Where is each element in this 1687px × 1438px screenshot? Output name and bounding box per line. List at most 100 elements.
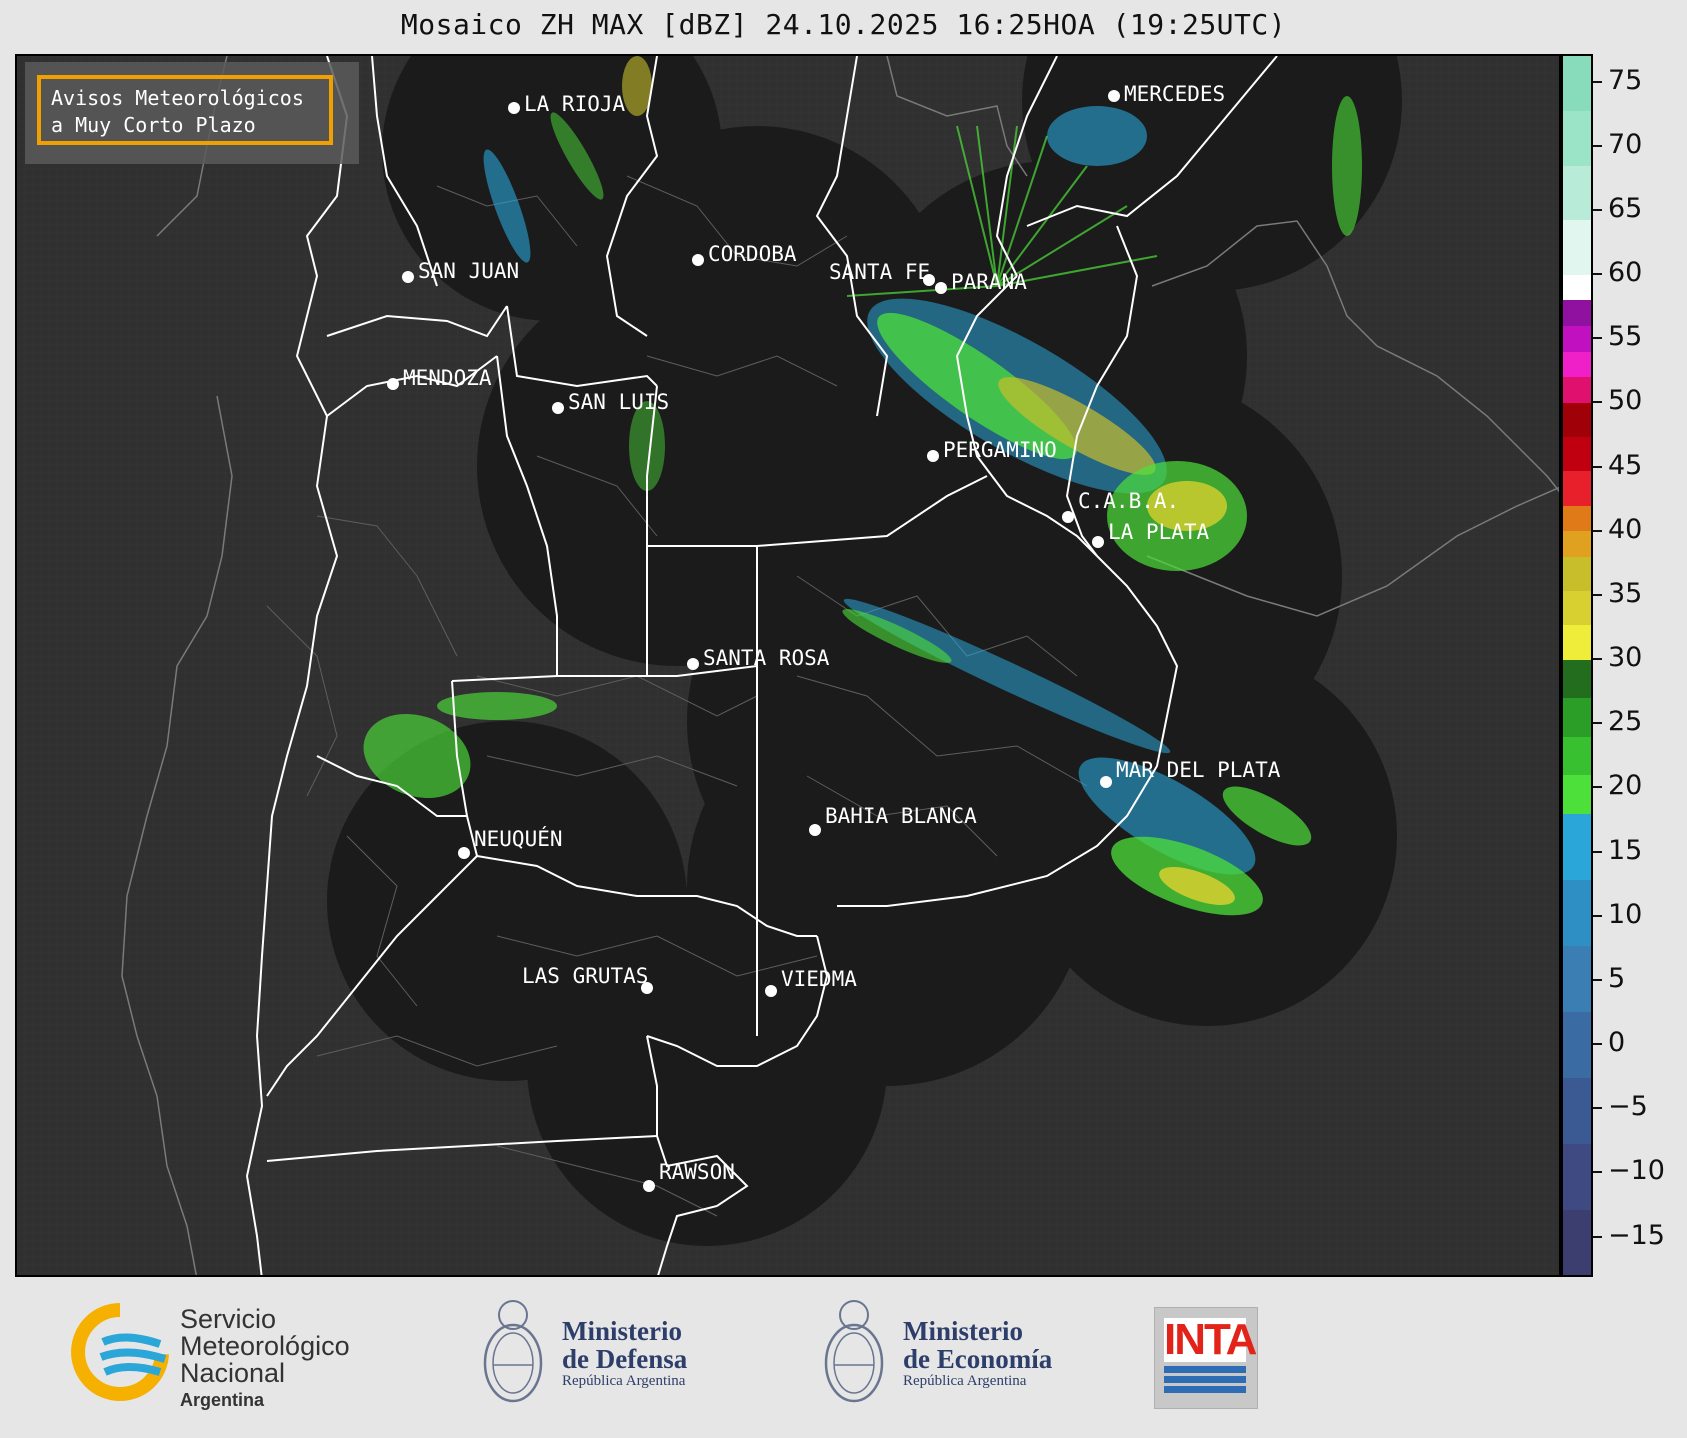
colorbar-tick-label: 20 xyxy=(1608,770,1643,802)
radar-circle-las-grutas xyxy=(527,886,887,1246)
city-label-pergamino: PERGAMINO xyxy=(943,438,1057,462)
economia-line-1: Ministerio xyxy=(903,1316,1023,1346)
colorbar-tick-mark xyxy=(1593,1235,1602,1238)
economia-line-3: República Argentina xyxy=(903,1373,1027,1389)
city-label-san-luis: SAN LUIS xyxy=(568,390,670,414)
colorbar-tick-mark xyxy=(1593,465,1602,468)
colorbar-segment xyxy=(1563,505,1591,532)
colorbar-segment xyxy=(1563,376,1591,403)
city-label-mendoza: MENDOZA xyxy=(403,366,492,390)
map-title: Mosaico ZH MAX [dBZ] 24.10.2025 16:25HOA… xyxy=(400,8,1287,41)
colorbar-tick-mark xyxy=(1593,914,1602,917)
colorbar-tick-mark xyxy=(1593,1107,1602,1110)
colorbar-segment xyxy=(1563,219,1591,275)
economia-text: Ministerio de Economía República Argenti… xyxy=(903,1317,1052,1390)
colorbar-tick-mark xyxy=(1593,529,1602,532)
radar-map[interactable]: LA RIOJA MERCEDES CORDOBA SAN JUAN SANTA FE P… xyxy=(15,54,1561,1277)
colorbar-segment xyxy=(1563,556,1591,592)
colorbar-tick-label: 10 xyxy=(1608,898,1643,930)
colorbar-segment xyxy=(1563,1209,1591,1276)
city-label-caba: C.A.B.A. xyxy=(1078,489,1180,513)
city-label-santa-fe: SANTA FE xyxy=(829,260,931,284)
colorbar-segment xyxy=(1563,697,1591,737)
colorbar-tick-label: 55 xyxy=(1608,321,1643,353)
city-marker-bahia-blanca xyxy=(809,824,821,836)
colorbar-segment xyxy=(1563,1011,1591,1078)
colorbar-tick-mark xyxy=(1593,722,1602,725)
colorbar-tick-label: 25 xyxy=(1608,706,1643,738)
economia-logo: Ministerio de Economía República Argenti… xyxy=(819,1293,1079,1413)
city-label-santa-rosa: SANTA ROSA xyxy=(703,646,830,670)
colorbar-tick-label: 75 xyxy=(1608,64,1643,96)
city-label-mercedes: MERCEDES xyxy=(1124,82,1226,106)
colorbar-tick-label: 0 xyxy=(1608,1027,1626,1059)
city-marker-pergamino xyxy=(927,450,939,462)
city-label-san-juan: SAN JUAN xyxy=(418,259,520,283)
colorbar-segment xyxy=(1563,659,1591,699)
colorbar-tick-label: 60 xyxy=(1608,257,1643,289)
city-marker-san-luis xyxy=(552,402,564,414)
defensa-line-3: República Argentina xyxy=(562,1373,686,1389)
colorbar-tick-mark xyxy=(1593,1043,1602,1046)
colorbar-tick-label: −15 xyxy=(1608,1219,1665,1251)
defensa-logo: Ministerio de Defensa República Argentin… xyxy=(478,1293,718,1413)
city-marker-viedma xyxy=(765,985,777,997)
inta-stripe-3 xyxy=(1164,1386,1246,1393)
colorbar-tick-label: 5 xyxy=(1608,962,1626,994)
colorbar-segment xyxy=(1563,351,1591,378)
smn-line-2: Meteorológico xyxy=(180,1331,350,1361)
colorbar-segment xyxy=(1563,1077,1591,1144)
colorbar-tick-mark xyxy=(1593,593,1602,596)
defensa-line-2: de Defensa xyxy=(562,1344,688,1374)
city-marker-la-plata xyxy=(1092,536,1104,548)
city-label-la-plata: LA PLATA xyxy=(1108,520,1210,544)
economia-line-2: de Economía xyxy=(903,1344,1053,1374)
city-marker-mercedes xyxy=(1108,90,1120,102)
colorbar-segment xyxy=(1563,879,1591,946)
colorbar-segment xyxy=(1563,624,1591,660)
colorbar-segment xyxy=(1563,590,1591,626)
notice-line-1: Avisos Meteorológicos xyxy=(51,86,304,110)
city-marker-neuquen xyxy=(458,847,470,859)
national-shield-icon xyxy=(483,1300,543,1403)
city-marker-cordoba xyxy=(692,254,704,266)
inta-stripe-1 xyxy=(1164,1366,1246,1373)
colorbar-tick-mark xyxy=(1593,850,1602,853)
colorbar-segment xyxy=(1563,470,1591,506)
defensa-text: Ministerio de Defensa República Argentin… xyxy=(562,1317,687,1390)
colorbar-tick-label: 15 xyxy=(1608,834,1643,866)
city-label-bahia-blanca: BAHIA BLANCA xyxy=(825,804,977,828)
city-label-las-grutas: LAS GRUTAS xyxy=(522,964,649,988)
colorbar-tick-mark xyxy=(1593,337,1602,340)
colorbar-segment xyxy=(1563,299,1591,326)
dbz-colorbar xyxy=(1561,54,1593,1277)
colorbar-segment xyxy=(1563,1143,1591,1210)
colorbar-tick-label: −10 xyxy=(1608,1155,1665,1187)
city-label-rawson: RAWSON xyxy=(659,1160,735,1184)
colorbar-tick-mark xyxy=(1593,978,1602,981)
colorbar-tick-mark xyxy=(1593,144,1602,147)
colorbar-tick-label: 40 xyxy=(1608,513,1643,545)
colorbar-tick-label: 45 xyxy=(1608,449,1643,481)
inta-logo: INTA xyxy=(1154,1307,1258,1409)
colorbar-tick-label: 35 xyxy=(1608,577,1643,609)
colorbar-tick-label: 65 xyxy=(1608,192,1643,224)
inta-wordmark: INTA xyxy=(1164,1315,1257,1364)
colorbar-segment xyxy=(1563,436,1591,472)
city-marker-caba xyxy=(1062,511,1074,523)
city-marker-parana xyxy=(935,282,947,294)
colorbar-segment xyxy=(1563,945,1591,1012)
city-label-la-rioja: LA RIOJA xyxy=(524,92,626,116)
colorbar-segment xyxy=(1563,110,1591,166)
colorbar-tick-mark xyxy=(1593,786,1602,789)
colorbar-segment xyxy=(1563,165,1591,221)
city-marker-mendoza xyxy=(387,378,399,390)
notice-box: Avisos Meteorológicos a Muy Corto Plazo xyxy=(37,75,333,145)
city-label-viedma: VIEDMA xyxy=(781,967,857,991)
footer-logos: Servicio Meteorológico Nacional Argentin… xyxy=(0,1279,1687,1438)
smn-line-3: Nacional xyxy=(180,1358,286,1388)
colorbar-segment xyxy=(1563,402,1591,438)
smn-line-4: Argentina xyxy=(180,1390,265,1410)
colorbar-tick-mark xyxy=(1593,273,1602,276)
smn-line-1: Servicio xyxy=(180,1304,277,1334)
